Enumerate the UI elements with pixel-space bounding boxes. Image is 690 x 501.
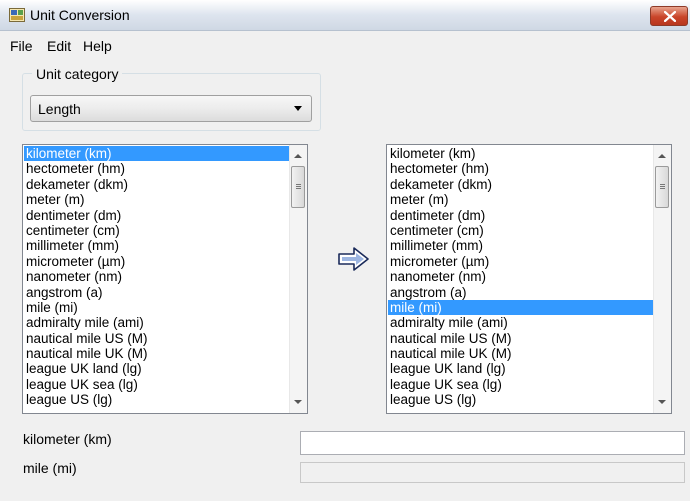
list-item[interactable]: millimeter (mm)	[24, 238, 292, 253]
list-item[interactable]: hectometer (hm)	[24, 161, 292, 176]
list-item[interactable]: meter (m)	[24, 192, 292, 207]
list-item[interactable]: league UK land (lg)	[24, 361, 292, 376]
ruler-app-icon	[9, 8, 25, 22]
list-item[interactable]: dentimeter (dm)	[388, 208, 656, 223]
output-value-field	[300, 462, 685, 483]
list-item[interactable]: admiralty mile (ami)	[388, 315, 656, 330]
target-list-scrollbar[interactable]	[653, 145, 671, 413]
input-unit-label: kilometer (km)	[23, 431, 112, 447]
app-window: Unit Conversion File Edit Help Unit cate…	[0, 0, 690, 501]
input-value-field[interactable]	[300, 431, 685, 455]
list-item[interactable]: league US (lg)	[24, 392, 292, 407]
list-item[interactable]: angstrom (a)	[24, 285, 292, 300]
right-arrow-icon	[337, 246, 371, 275]
menu-help[interactable]: Help	[83, 38, 112, 54]
scroll-thumb[interactable]	[655, 166, 669, 208]
list-item[interactable]: micrometer (µm)	[24, 254, 292, 269]
list-item[interactable]: nautical mile UK (M)	[388, 346, 656, 361]
list-item[interactable]: nautical mile US (M)	[24, 331, 292, 346]
list-item[interactable]: league UK sea (lg)	[388, 377, 656, 392]
list-item[interactable]: league US (lg)	[388, 392, 656, 407]
source-unit-list[interactable]: kilometer (km) hectometer (hm) dekameter (…	[22, 144, 308, 414]
window-title: Unit Conversion	[30, 7, 130, 23]
list-item[interactable]: micrometer (µm)	[388, 254, 656, 269]
target-unit-list[interactable]: kilometer (km) hectometer (hm) dekameter (…	[386, 144, 672, 414]
scroll-up-icon[interactable]	[658, 154, 666, 158]
scroll-thumb[interactable]	[291, 166, 305, 208]
source-list-scrollbar[interactable]	[289, 145, 307, 413]
scroll-down-icon[interactable]	[658, 400, 666, 404]
output-value-text	[301, 463, 684, 482]
list-item[interactable]: league UK sea (lg)	[24, 377, 292, 392]
list-item[interactable]: kilometer (km)	[388, 146, 656, 161]
list-item[interactable]: nanometer (nm)	[24, 269, 292, 284]
list-item[interactable]: dekameter (dkm)	[388, 177, 656, 192]
list-item[interactable]: nautical mile UK (M)	[24, 346, 292, 361]
list-item[interactable]: angstrom (a)	[388, 285, 656, 300]
list-item[interactable]: mile (mi)	[24, 300, 292, 315]
list-item[interactable]: meter (m)	[388, 192, 656, 207]
chevron-down-icon	[294, 106, 302, 111]
list-item[interactable]: league UK land (lg)	[388, 361, 656, 376]
list-item[interactable]: mile (mi)	[388, 299, 656, 316]
unit-category-label: Unit category	[32, 66, 123, 82]
title-bar: Unit Conversion	[0, 0, 690, 31]
scroll-down-icon[interactable]	[294, 400, 302, 404]
target-unit-items: kilometer (km) hectometer (hm) dekameter (…	[388, 146, 656, 408]
list-item[interactable]: nanometer (nm)	[388, 269, 656, 284]
close-icon	[664, 11, 676, 22]
list-item[interactable]: millimeter (mm)	[388, 238, 656, 253]
output-unit-label: mile (mi)	[23, 460, 77, 476]
list-item[interactable]: hectometer (hm)	[388, 161, 656, 176]
list-item[interactable]: centimeter (cm)	[388, 223, 656, 238]
list-item[interactable]: admiralty mile (ami)	[24, 315, 292, 330]
menu-edit[interactable]: Edit	[47, 38, 71, 54]
list-item[interactable]: kilometer (km)	[24, 146, 292, 162]
list-item[interactable]: centimeter (cm)	[24, 223, 292, 238]
list-item[interactable]: dekameter (dkm)	[24, 177, 292, 192]
menu-bar: File Edit Help	[0, 30, 690, 60]
unit-category-value: Length	[38, 101, 81, 117]
input-value-text[interactable]	[301, 432, 684, 454]
scroll-up-icon[interactable]	[294, 154, 302, 158]
list-item[interactable]: dentimeter (dm)	[24, 208, 292, 223]
list-item[interactable]: nautical mile US (M)	[388, 331, 656, 346]
close-button[interactable]	[650, 6, 688, 26]
source-unit-items: kilometer (km) hectometer (hm) dekameter (…	[24, 146, 292, 408]
unit-category-dropdown[interactable]: Length	[30, 95, 312, 122]
menu-file[interactable]: File	[10, 38, 33, 54]
